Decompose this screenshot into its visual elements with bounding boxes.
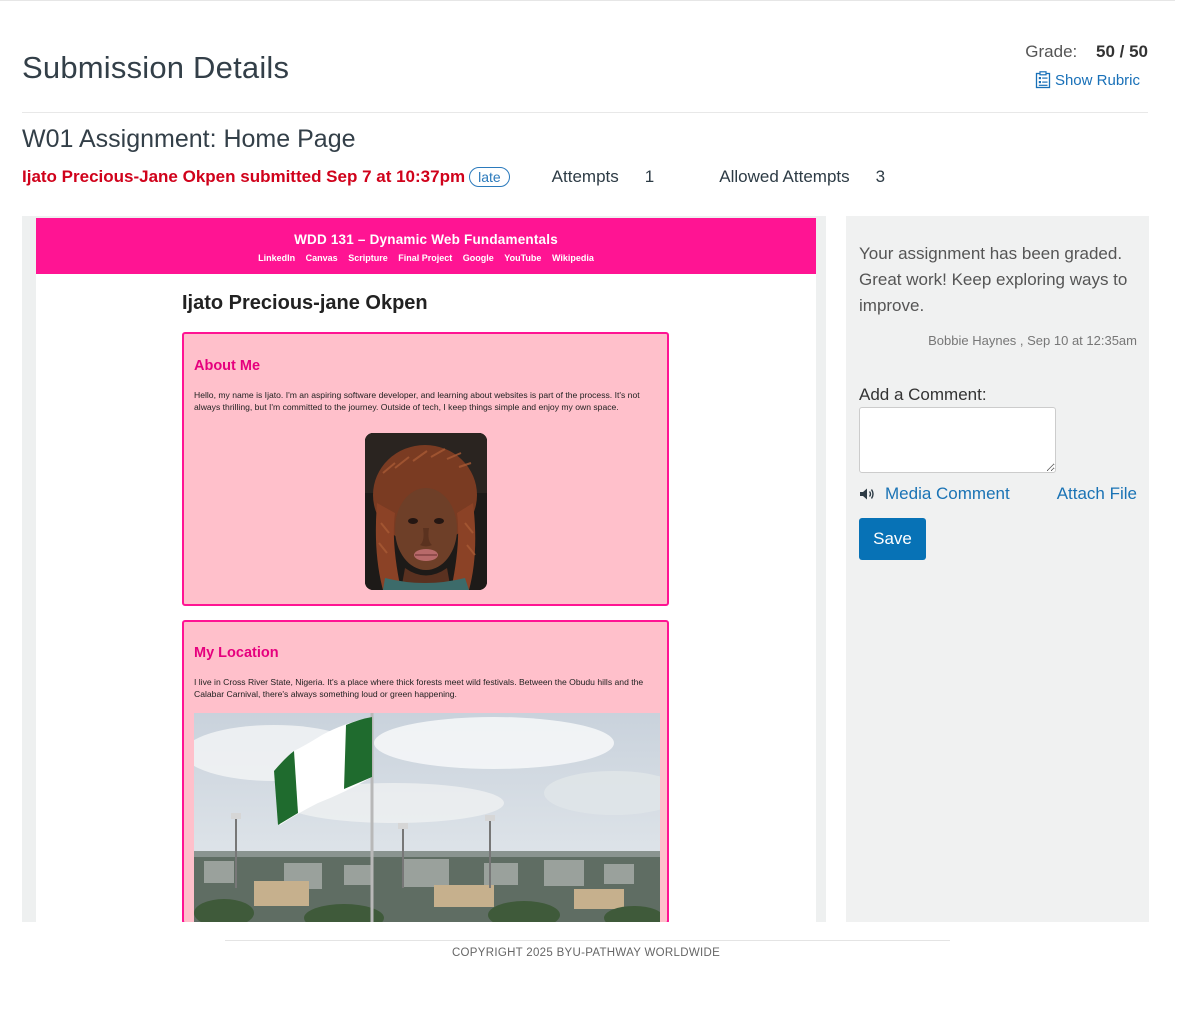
- nav-link-youtube[interactable]: YouTube: [504, 253, 541, 263]
- show-rubric-link[interactable]: Show Rubric: [1035, 71, 1140, 89]
- about-me-card: About Me Hello, my name is Ijato. I'm an…: [182, 332, 669, 606]
- about-me-heading: About Me: [194, 358, 261, 374]
- grade-box: Grade: 50 / 50 Show Rubric: [1025, 42, 1148, 94]
- site-nav: LinkedIn Canvas Scripture Final Project …: [36, 253, 816, 263]
- nav-link-final-project[interactable]: Final Project: [398, 253, 452, 263]
- assignment-title: W01 Assignment: Home Page: [22, 125, 356, 153]
- rubric-icon: [1035, 71, 1051, 89]
- attempts-value: 1: [644, 167, 655, 186]
- submission-meta: Ijato Precious-Jane Okpen submitted Sep …: [22, 164, 885, 190]
- about-me-text: Hello, my name is Ijato. I'm an aspiring…: [194, 390, 640, 412]
- profile-photo: [365, 433, 487, 590]
- show-rubric-label: Show Rubric: [1054, 71, 1140, 89]
- attempts-label: Attempts: [551, 167, 619, 186]
- comments-panel: Your assignment has been graded. Great w…: [846, 216, 1149, 922]
- nav-link-wikipedia[interactable]: Wikipedia: [552, 253, 594, 263]
- grade-line: Grade: 50 / 50: [1025, 42, 1148, 62]
- site-name: Ijato Precious-jane Okpen: [182, 292, 428, 314]
- comment-textarea[interactable]: [859, 407, 1056, 473]
- add-comment-label: Add a Comment:: [859, 385, 987, 404]
- grade-label: Grade:: [1025, 42, 1078, 61]
- submitter-text: Ijato Precious-Jane Okpen submitted Sep …: [22, 167, 466, 186]
- media-comment-link[interactable]: Media Comment: [859, 484, 1010, 504]
- header-divider: [22, 112, 1148, 113]
- late-badge: late: [469, 167, 510, 187]
- nav-link-scripture[interactable]: Scripture: [348, 253, 388, 263]
- submission-page: WDD 131 – Dynamic Web Fundamentals Linke…: [36, 218, 816, 922]
- top-divider: [0, 0, 1175, 1]
- location-photo: [194, 713, 660, 922]
- media-comment-label: Media Comment: [885, 484, 1010, 503]
- my-location-card: My Location I live in Cross River State,…: [182, 620, 669, 922]
- comment-meta: Bobbie Haynes , Sep 10 at 12:35am: [928, 333, 1137, 348]
- attach-file-link[interactable]: Attach File: [1057, 484, 1137, 504]
- nav-link-google[interactable]: Google: [463, 253, 494, 263]
- grade-value: 50 / 50: [1096, 42, 1148, 61]
- page-title: Submission Details: [22, 50, 290, 85]
- allowed-attempts-value: 3: [875, 167, 886, 186]
- grader-comment: Your assignment has been graded. Great w…: [859, 244, 1128, 315]
- my-location-heading: My Location: [194, 645, 279, 661]
- site-title: WDD 131 – Dynamic Web Fundamentals: [294, 232, 558, 247]
- nav-link-linkedin[interactable]: LinkedIn: [258, 253, 295, 263]
- comment-actions: Media Comment Attach File: [859, 484, 1137, 504]
- site-header: WDD 131 – Dynamic Web Fundamentals Linke…: [36, 218, 816, 274]
- speaker-icon: [860, 488, 874, 500]
- footer-divider: [225, 940, 950, 941]
- nav-link-canvas[interactable]: Canvas: [306, 253, 338, 263]
- footer-copyright: COPYRIGHT 2025 BYU-PATHWAY WORLDWIDE: [451, 947, 721, 959]
- save-button[interactable]: Save: [859, 518, 926, 560]
- my-location-text: I live in Cross River State, Nigeria. It…: [194, 677, 644, 699]
- submission-preview[interactable]: WDD 131 – Dynamic Web Fundamentals Linke…: [22, 216, 826, 922]
- allowed-attempts-label: Allowed Attempts: [719, 167, 850, 186]
